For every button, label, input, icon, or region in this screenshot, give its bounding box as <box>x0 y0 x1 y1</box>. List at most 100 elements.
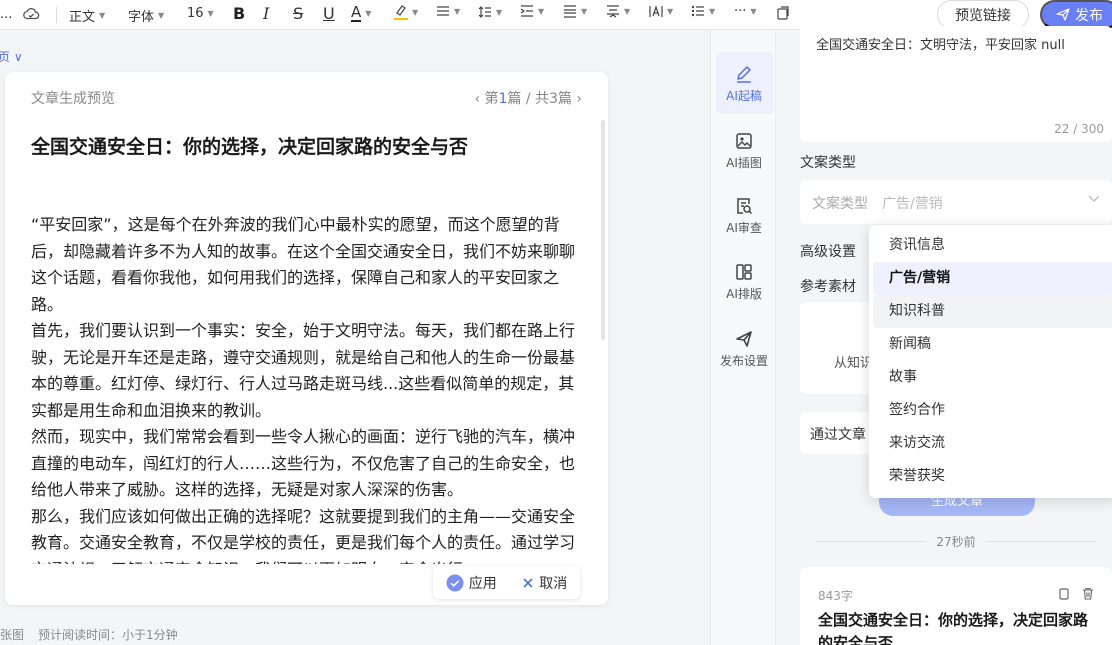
rail-item-ai-draft[interactable]: AI起稿 <box>711 64 777 104</box>
scrollbar[interactable] <box>601 120 605 340</box>
dropdown-option[interactable]: 新闻稿 <box>873 328 1112 361</box>
underline-button[interactable]: U <box>323 4 335 23</box>
divider-line <box>816 541 927 542</box>
layout-icon <box>734 262 754 282</box>
chevron-down-icon <box>1088 192 1100 206</box>
article-paragraph: “平安回家”，这是每个在外奔波的我们心中最朴实的愿望，而这个愿望的背后，却隐藏着… <box>31 215 576 314</box>
send-icon <box>1056 8 1070 21</box>
article-paragraph: 然而，现实中，我们常常会看到一些令人揪心的画面：逆行飞驰的汽车，横冲直撞的电动车… <box>31 427 576 499</box>
toolbar-divider <box>56 7 57 23</box>
letter-spacing-button[interactable]: ▼ <box>606 5 630 18</box>
more-label: ··· <box>734 4 747 19</box>
cloud-sync-icon[interactable] <box>22 6 40 22</box>
paragraph-style-select[interactable]: 正文 ▼ <box>69 6 105 25</box>
check-circle-icon <box>446 574 464 592</box>
dropdown-option[interactable]: 故事 <box>873 361 1112 394</box>
list-icon <box>691 5 705 17</box>
preview-link-button[interactable]: 预览链接 <box>937 0 1029 29</box>
status-bar: 张图 预计阅读时间：小于1分钟 <box>0 624 710 645</box>
caret-down-icon: ▼ <box>581 7 588 16</box>
strikethrough-button[interactable]: S <box>293 4 303 23</box>
paragraph-spacing-icon <box>563 5 577 18</box>
pager-prefix: ‹ 第 <box>474 91 499 107</box>
prompt-text: 全国交通安全日：文明守法，平安回家 null <box>816 38 1065 53</box>
breadcrumb[interactable]: 页 ∨ <box>0 48 23 65</box>
article-body: “平安回家”，这是每个在外奔波的我们心中最朴实的愿望，而这个愿望的背后，却隐藏着… <box>31 212 579 564</box>
italic-button[interactable]: I <box>263 4 269 23</box>
copy-type-select-key: 文案类型 <box>812 196 868 212</box>
font-color-button[interactable]: A ▼ <box>351 4 371 22</box>
align-icon <box>436 5 450 17</box>
copy-type-label: 文案类型 <box>800 155 856 171</box>
font-family-select[interactable]: 字体 ▼ <box>128 6 164 25</box>
copy-type-select[interactable]: 文案类型 广告/营销 <box>800 180 1112 224</box>
article-paragraph: 那么，我们应该如何做出正确的选择呢？这就要提到我们的主角——交通安全教育。交通安… <box>31 506 576 565</box>
rail-label: AI审查 <box>726 221 762 235</box>
line-height-icon <box>478 5 492 19</box>
highlight-button[interactable]: ▼ <box>394 4 418 20</box>
font-size-select[interactable]: 16 ▼ <box>187 6 214 21</box>
text-direction-button[interactable]: ▼ <box>649 5 673 18</box>
preview-actions: 应用 取消 <box>433 566 580 599</box>
dropdown-option-selected[interactable]: 广告/营销 <box>873 262 1112 295</box>
copy-type-select-value: 广告/营销 <box>882 196 943 212</box>
prompt-textarea[interactable]: 全国交通安全日：文明守法，平安回家 null 22 / 300 <box>800 26 1112 142</box>
caret-down-icon: ▼ <box>365 8 372 18</box>
caret-down-icon: ▼ <box>750 7 757 16</box>
publish-button[interactable]: 发布 <box>1040 0 1112 29</box>
line-height-button[interactable]: ▼ <box>478 5 502 19</box>
font-color-label: A <box>351 3 362 22</box>
toolbar-overflow[interactable]: ... <box>0 7 12 22</box>
apply-label: 应用 <box>468 575 497 592</box>
ai-tools-rail: AI起稿 AI插图 AI审查 AI排版 发布设置 <box>710 30 776 645</box>
bold-button[interactable]: B <box>233 4 245 23</box>
rail-item-ai-layout[interactable]: AI排版 <box>711 262 777 302</box>
dropdown-option[interactable]: 来访交流 <box>873 427 1112 460</box>
result-card[interactable]: 843字 全国交通安全日：你的选择，决定回家路的安全与否 <box>800 567 1112 645</box>
article-pager[interactable]: ‹ 第1篇 / 共3篇 › <box>474 88 582 108</box>
copy-icon[interactable] <box>1058 587 1070 600</box>
image-icon <box>734 131 754 151</box>
preview-heading: 文章生成预览 <box>31 91 115 107</box>
through-article-label: 通过文章 <box>810 427 866 443</box>
caret-down-icon: ▼ <box>538 6 545 16</box>
dropdown-option[interactable]: 签约合作 <box>873 394 1112 427</box>
caret-down-icon: ▼ <box>158 11 165 20</box>
indent-icon <box>520 5 534 17</box>
rail-item-publish-settings[interactable]: 发布设置 <box>711 329 777 369</box>
advanced-settings-label[interactable]: 高级设置 <box>800 241 856 261</box>
caret-down-icon: ▼ <box>454 6 461 16</box>
cancel-button[interactable]: 取消 <box>522 573 567 593</box>
trash-icon[interactable] <box>1082 587 1094 600</box>
indent-button[interactable]: ▼ <box>520 5 544 17</box>
divider-line <box>985 541 1096 542</box>
article-preview-card: 文章生成预览 ‹ 第1篇 / 共3篇 › 全国交通安全日：你的选择，决定回家路的… <box>5 72 608 605</box>
rail-item-ai-review[interactable]: AI审查 <box>711 196 777 236</box>
copy-type-dropdown: 资讯信息 广告/营销 知识科普 新闻稿 故事 签约合作 来访交流 荣誉获奖 <box>869 225 1112 498</box>
image-count-label: 张图 <box>0 628 25 642</box>
more-button[interactable]: ··· ▼ <box>734 4 757 19</box>
rail-item-ai-illustration[interactable]: AI插图 <box>711 131 777 171</box>
dropdown-option-hovered[interactable]: 知识科普 <box>873 295 1112 328</box>
caret-down-icon: ▼ <box>496 7 503 17</box>
text-direction-icon <box>649 5 663 18</box>
copy-format-icon[interactable] <box>776 6 790 21</box>
reference-material-label: 参考素材 <box>800 279 856 295</box>
dropdown-option[interactable]: 资讯信息 <box>873 229 1112 262</box>
review-icon <box>734 196 754 216</box>
paragraph-spacing-button[interactable]: ▼ <box>563 5 587 18</box>
rail-label: AI排版 <box>726 287 762 301</box>
paragraph-style-label: 正文 <box>69 10 96 25</box>
align-button[interactable]: ▼ <box>436 5 460 17</box>
caret-down-icon: ▼ <box>667 7 674 16</box>
dropdown-option[interactable]: 荣誉获奖 <box>873 460 1112 493</box>
caret-down-icon: ▼ <box>624 7 631 16</box>
reading-time-label: 预计阅读时间：小于1分钟 <box>38 628 178 642</box>
list-button[interactable]: ▼ <box>691 5 715 17</box>
caret-down-icon: ▼ <box>709 6 716 16</box>
highlighter-icon <box>394 4 408 20</box>
close-icon <box>522 577 534 589</box>
caret-down-icon: ▼ <box>412 7 419 17</box>
history-time-divider: 27秒前 <box>800 533 1112 550</box>
apply-button[interactable]: 应用 <box>446 573 497 593</box>
